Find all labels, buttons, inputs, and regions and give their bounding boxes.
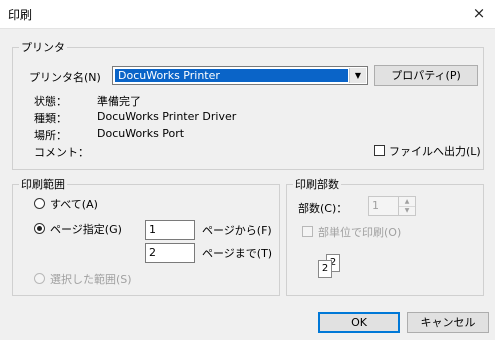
printer-select-value: DocuWorks Printer [115, 69, 348, 82]
page-from-label: ページから(F) [202, 224, 272, 237]
copies-spinner[interactable]: 1 ▲ ▼ [368, 196, 416, 216]
ok-button[interactable]: OK [318, 312, 400, 333]
location-label: 場所： [34, 129, 67, 142]
collate-page-front: 2 [318, 260, 332, 278]
print-to-file-checkbox[interactable] [374, 145, 385, 156]
range-selection-label[interactable]: 選択した範囲(S) [50, 271, 132, 287]
spin-down-icon[interactable]: ▼ [399, 206, 415, 215]
print-to-file-label[interactable]: ファイルへ出力(L) [389, 143, 481, 159]
cancel-button[interactable]: キャンセル [407, 312, 489, 333]
close-icon[interactable]: × [469, 3, 489, 23]
page-to-label: ページまで(T) [202, 247, 273, 260]
copies-count-value: 1 [372, 199, 379, 212]
chevron-down-icon[interactable]: ▼ [349, 68, 366, 83]
properties-button[interactable]: プロパティ(P) [374, 65, 478, 86]
printer-group-legend: プリンタ [21, 41, 65, 54]
printer-name-label: プリンタ名(N) [29, 71, 101, 84]
range-pages-radio[interactable] [34, 223, 45, 234]
title-bar: 印刷 × [0, 0, 495, 28]
collate-pages-icon: 2 2 [318, 254, 348, 280]
copies-count-label: 部数(C)： [298, 202, 348, 215]
location-value: DocuWorks Port [97, 127, 185, 140]
page-to-input[interactable]: 2 [145, 243, 195, 263]
collate-checkbox[interactable] [302, 226, 313, 237]
comment-label: コメント： [34, 146, 89, 159]
print-range-legend: 印刷範囲 [21, 178, 65, 191]
range-all-radio[interactable] [34, 198, 45, 209]
status-value: 準備完了 [97, 95, 141, 108]
printer-select[interactable]: DocuWorks Printer ▼ [112, 66, 368, 85]
range-selection-radio[interactable] [34, 273, 45, 284]
window-title: 印刷 [8, 8, 33, 22]
copies-legend: 印刷部数 [295, 178, 339, 191]
range-pages-label[interactable]: ページ指定(G) [50, 221, 122, 237]
type-label: 種類： [34, 112, 67, 125]
status-label: 状態： [34, 95, 67, 108]
dialog-body: プリンタ プリンタ名(N) DocuWorks Printer ▼ プロパティ(… [0, 28, 495, 340]
type-value: DocuWorks Printer Driver [97, 110, 237, 123]
page-from-input[interactable]: 1 [145, 220, 195, 240]
range-all-label[interactable]: すべて(A) [50, 196, 98, 212]
collate-label[interactable]: 部単位で印刷(O) [318, 224, 401, 240]
